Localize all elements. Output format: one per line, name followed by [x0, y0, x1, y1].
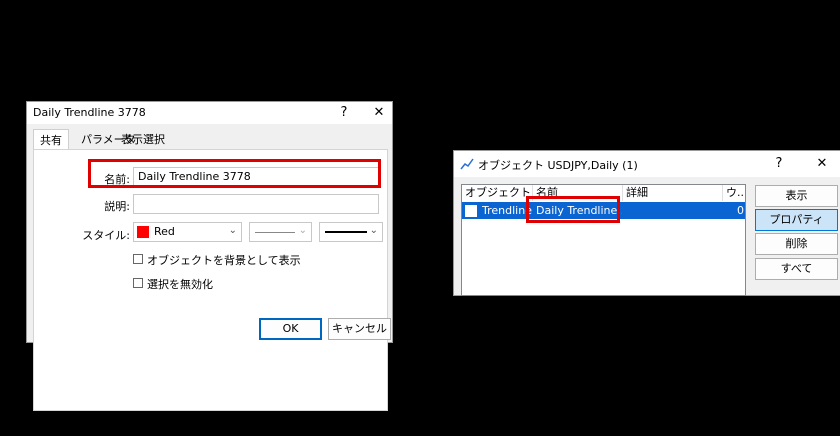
chevron-down-icon: ⌄ — [369, 225, 378, 236]
disable-selection-label: 選択を無効化 — [147, 278, 213, 291]
properties-button[interactable]: プロパティ — [755, 209, 838, 231]
disable-selection-checkbox[interactable] — [133, 278, 143, 288]
help-button[interactable]: ? — [334, 104, 354, 122]
column-header-detail[interactable]: 詳細 — [623, 185, 723, 201]
description-label: 説明: — [104, 200, 130, 213]
cell-object: Trendline — [482, 204, 532, 217]
cell-window: 0 — [737, 204, 744, 217]
line-width-preview — [325, 231, 367, 233]
trendline-icon — [460, 158, 474, 170]
ok-button[interactable]: OK — [259, 318, 322, 340]
trendline-properties-dialog: Daily Trendline 3778 ? ✕ 共有 パラメータ 表示選択 名… — [26, 101, 393, 411]
column-header-object[interactable]: オブジェクト — [462, 185, 533, 201]
show-button[interactable]: 表示 — [755, 185, 838, 207]
column-header-name[interactable]: 名前 — [533, 185, 623, 201]
object-list-dialog: オブジェクト USDJPY,Daily (1) ? ✕ オブジェクト 名前 詳細… — [453, 150, 840, 296]
line-width-select[interactable]: ⌄ — [319, 222, 383, 242]
background-checkbox[interactable] — [133, 254, 143, 264]
dialog-titlebar: オブジェクト USDJPY,Daily (1) ? ✕ — [454, 151, 840, 177]
chevron-down-icon: ⌄ — [228, 225, 237, 236]
all-button[interactable]: すべて — [755, 258, 838, 280]
color-swatch — [137, 226, 149, 238]
line-style-preview — [255, 232, 295, 233]
chevron-down-icon: ⌄ — [298, 225, 307, 236]
color-name: Red — [154, 225, 175, 238]
delete-button[interactable]: 削除 — [755, 233, 838, 255]
dialog-title: オブジェクト USDJPY,Daily (1) — [478, 159, 638, 172]
description-input[interactable] — [133, 194, 379, 214]
dialog-title: Daily Trendline 3778 — [33, 106, 146, 119]
common-tab-panel: 名前: Daily Trendline 3778 説明: スタイル: Red ⌄… — [33, 149, 388, 411]
name-input[interactable]: Daily Trendline 3778 — [133, 167, 379, 187]
color-select[interactable]: Red ⌄ — [133, 222, 242, 242]
line-style-select[interactable]: ⌄ — [249, 222, 312, 242]
close-button[interactable]: ✕ — [369, 104, 389, 122]
table-row[interactable]: Trendline Daily Trendline... 0 — [462, 202, 745, 219]
cell-detail — [626, 202, 722, 219]
cell-name: Daily Trendline... — [536, 204, 622, 217]
style-label: スタイル: — [82, 229, 130, 242]
close-button[interactable]: ✕ — [812, 155, 832, 173]
cancel-button[interactable]: キャンセル — [328, 318, 391, 340]
background-checkbox-label: オブジェクトを背景として表示 — [147, 254, 301, 267]
dialog-titlebar: Daily Trendline 3778 ? ✕ — [27, 102, 392, 124]
name-label: 名前: — [104, 173, 130, 186]
object-list[interactable]: オブジェクト 名前 詳細 ウ... Trendline Daily Trendl… — [461, 184, 746, 296]
column-header-window[interactable]: ウ... — [723, 185, 745, 201]
tab-visualization[interactable]: 表示選択 — [115, 131, 171, 149]
row-checkbox[interactable] — [465, 205, 477, 217]
help-button[interactable]: ? — [769, 155, 789, 173]
tab-common[interactable]: 共有 — [33, 129, 69, 151]
